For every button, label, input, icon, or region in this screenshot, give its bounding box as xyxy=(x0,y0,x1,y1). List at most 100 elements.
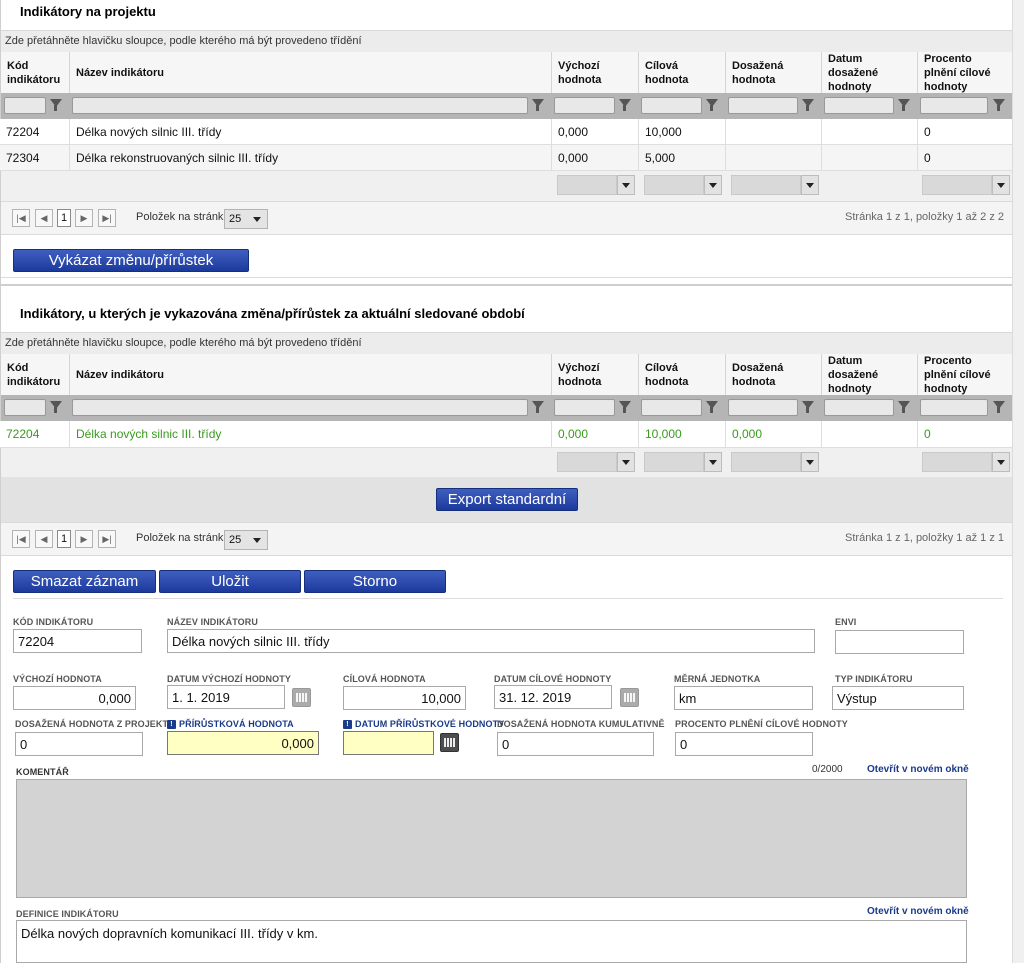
filter-icon[interactable] xyxy=(50,99,62,111)
col-dosazena[interactable]: Dosažená hodnota xyxy=(726,354,822,395)
aggregate-cilova[interactable] xyxy=(644,452,704,472)
dosazena-field[interactable]: 0 xyxy=(15,732,143,756)
aggregate-cilova[interactable] xyxy=(644,175,704,195)
per-page-select[interactable]: 25 xyxy=(224,209,268,229)
filter-kod-input[interactable] xyxy=(4,399,46,416)
filter-cilova-input[interactable] xyxy=(641,97,702,114)
filter-nazev-input[interactable] xyxy=(72,399,528,416)
aggregate-procento[interactable] xyxy=(922,175,992,195)
filter-dosazena-input[interactable] xyxy=(728,97,798,114)
nazev-field[interactable]: Délka nových silnic III. třídy xyxy=(167,629,815,653)
filter-datum-input[interactable] xyxy=(824,97,894,114)
col-kod[interactable]: Kód indikátoru xyxy=(1,52,70,93)
export-standard-button[interactable]: Export standardní xyxy=(436,488,578,511)
report-change-button[interactable]: Vykázat změnu/přírůstek xyxy=(13,249,249,272)
first-page-icon[interactable]: |◀ xyxy=(12,530,30,548)
last-page-icon[interactable]: ▶| xyxy=(98,530,116,548)
col-nazev[interactable]: Název indikátoru xyxy=(70,52,552,93)
filter-icon[interactable] xyxy=(706,99,718,111)
col-kod[interactable]: Kód indikátoru xyxy=(1,354,70,395)
datum-vychozi-field[interactable]: 1. 1. 2019 xyxy=(167,685,285,709)
filter-dosazena-input[interactable] xyxy=(728,399,798,416)
filter-icon[interactable] xyxy=(619,401,631,413)
table-row[interactable]: 72204 Délka nových silnic III. třídy 0,0… xyxy=(0,421,1012,448)
col-nazev[interactable]: Název indikátoru xyxy=(70,354,552,395)
aggregate-vychozi[interactable] xyxy=(557,175,617,195)
col-dosazena[interactable]: Dosažená hodnota xyxy=(726,52,822,93)
filter-icon[interactable] xyxy=(898,401,910,413)
filter-icon[interactable] xyxy=(993,99,1005,111)
prev-page-icon[interactable]: ◀ xyxy=(35,209,53,227)
col-cilova[interactable]: Cílová hodnota xyxy=(639,52,726,93)
calendar-icon[interactable] xyxy=(620,688,639,707)
calendar-icon[interactable] xyxy=(292,688,311,707)
next-page-icon[interactable]: ▶ xyxy=(75,530,93,548)
aggregate-dosazena[interactable] xyxy=(731,175,801,195)
chevron-down-icon[interactable] xyxy=(617,452,635,472)
kumulativne-field[interactable]: 0 xyxy=(497,732,654,756)
prev-page-icon[interactable]: ◀ xyxy=(35,530,53,548)
vychozi-field[interactable]: 0,000 xyxy=(13,686,136,710)
delete-record-button[interactable]: Smazat záznam xyxy=(13,570,156,593)
definice-open-link[interactable]: Otevřít v novém okně xyxy=(867,906,969,917)
chevron-down-icon[interactable] xyxy=(992,452,1010,472)
chevron-down-icon[interactable] xyxy=(704,452,722,472)
komentar-textarea[interactable] xyxy=(16,779,967,898)
filter-cilova-input[interactable] xyxy=(641,399,702,416)
aggregate-dosazena[interactable] xyxy=(731,452,801,472)
col-datum[interactable]: Datum dosažené hodnoty xyxy=(822,354,918,395)
save-button[interactable]: Uložit xyxy=(159,570,301,593)
per-page-select[interactable]: 25 xyxy=(224,530,268,550)
chevron-down-icon[interactable] xyxy=(704,175,722,195)
procento-field[interactable]: 0 xyxy=(675,732,813,756)
filter-icon[interactable] xyxy=(706,401,718,413)
chevron-down-icon[interactable] xyxy=(801,452,819,472)
aggregate-vychozi[interactable] xyxy=(557,452,617,472)
col-procento[interactable]: Procento plnění cílové hodnoty xyxy=(918,354,1012,395)
filter-icon[interactable] xyxy=(619,99,631,111)
envi-field[interactable] xyxy=(835,630,964,654)
group-by-bar[interactable]: Zde přetáhněte hlavičku sloupce, podle k… xyxy=(1,332,1012,356)
jednotka-field[interactable]: km xyxy=(674,686,813,710)
first-page-icon[interactable]: |◀ xyxy=(12,209,30,227)
filter-icon[interactable] xyxy=(532,401,544,413)
datum-cilove-field[interactable]: 31. 12. 2019 xyxy=(494,685,612,709)
filter-procento-input[interactable] xyxy=(920,399,988,416)
col-cilova[interactable]: Cílová hodnota xyxy=(639,354,726,395)
komentar-open-link[interactable]: Otevřít v novém okně xyxy=(867,764,969,775)
typ-field[interactable]: Výstup xyxy=(832,686,964,710)
table-row[interactable]: 72304 Délka rekonstruovaných silnic III.… xyxy=(0,145,1012,171)
filter-nazev-input[interactable] xyxy=(72,97,528,114)
page-number[interactable]: 1 xyxy=(57,530,71,548)
definice-textarea[interactable]: Délka nových dopravních komunikací III. … xyxy=(16,920,967,963)
table-row[interactable]: 72204 Délka nových silnic III. třídy 0,0… xyxy=(0,119,1012,145)
col-vychozi[interactable]: Výchozí hodnota xyxy=(552,354,639,395)
chevron-down-icon[interactable] xyxy=(801,175,819,195)
filter-vychozi-input[interactable] xyxy=(554,399,615,416)
last-page-icon[interactable]: ▶| xyxy=(98,209,116,227)
filter-icon[interactable] xyxy=(898,99,910,111)
filter-procento-input[interactable] xyxy=(920,97,988,114)
chevron-down-icon[interactable] xyxy=(992,175,1010,195)
group-by-bar[interactable]: Zde přetáhněte hlavičku sloupce, podle k… xyxy=(1,30,1012,54)
filter-kod-input[interactable] xyxy=(4,97,46,114)
filter-icon[interactable] xyxy=(50,401,62,413)
aggregate-procento[interactable] xyxy=(922,452,992,472)
filter-datum-input[interactable] xyxy=(824,399,894,416)
cancel-button[interactable]: Storno xyxy=(304,570,446,593)
chevron-down-icon[interactable] xyxy=(617,175,635,195)
vertical-scrollbar[interactable] xyxy=(1012,0,1024,963)
datum-prirustkove-field[interactable] xyxy=(343,731,434,755)
prirustkova-field[interactable]: 0,000 xyxy=(167,731,319,755)
page-number[interactable]: 1 xyxy=(57,209,71,227)
col-procento[interactable]: Procento plnění cílové hodnoty xyxy=(918,52,1012,93)
cilova-field[interactable]: 10,000 xyxy=(343,686,466,710)
calendar-icon[interactable] xyxy=(440,733,459,752)
filter-icon[interactable] xyxy=(532,99,544,111)
col-datum[interactable]: Datum dosažené hodnoty xyxy=(822,52,918,93)
filter-icon[interactable] xyxy=(802,401,814,413)
next-page-icon[interactable]: ▶ xyxy=(75,209,93,227)
col-vychozi[interactable]: Výchozí hodnota xyxy=(552,52,639,93)
kod-field[interactable]: 72204 xyxy=(13,629,142,653)
filter-icon[interactable] xyxy=(993,401,1005,413)
